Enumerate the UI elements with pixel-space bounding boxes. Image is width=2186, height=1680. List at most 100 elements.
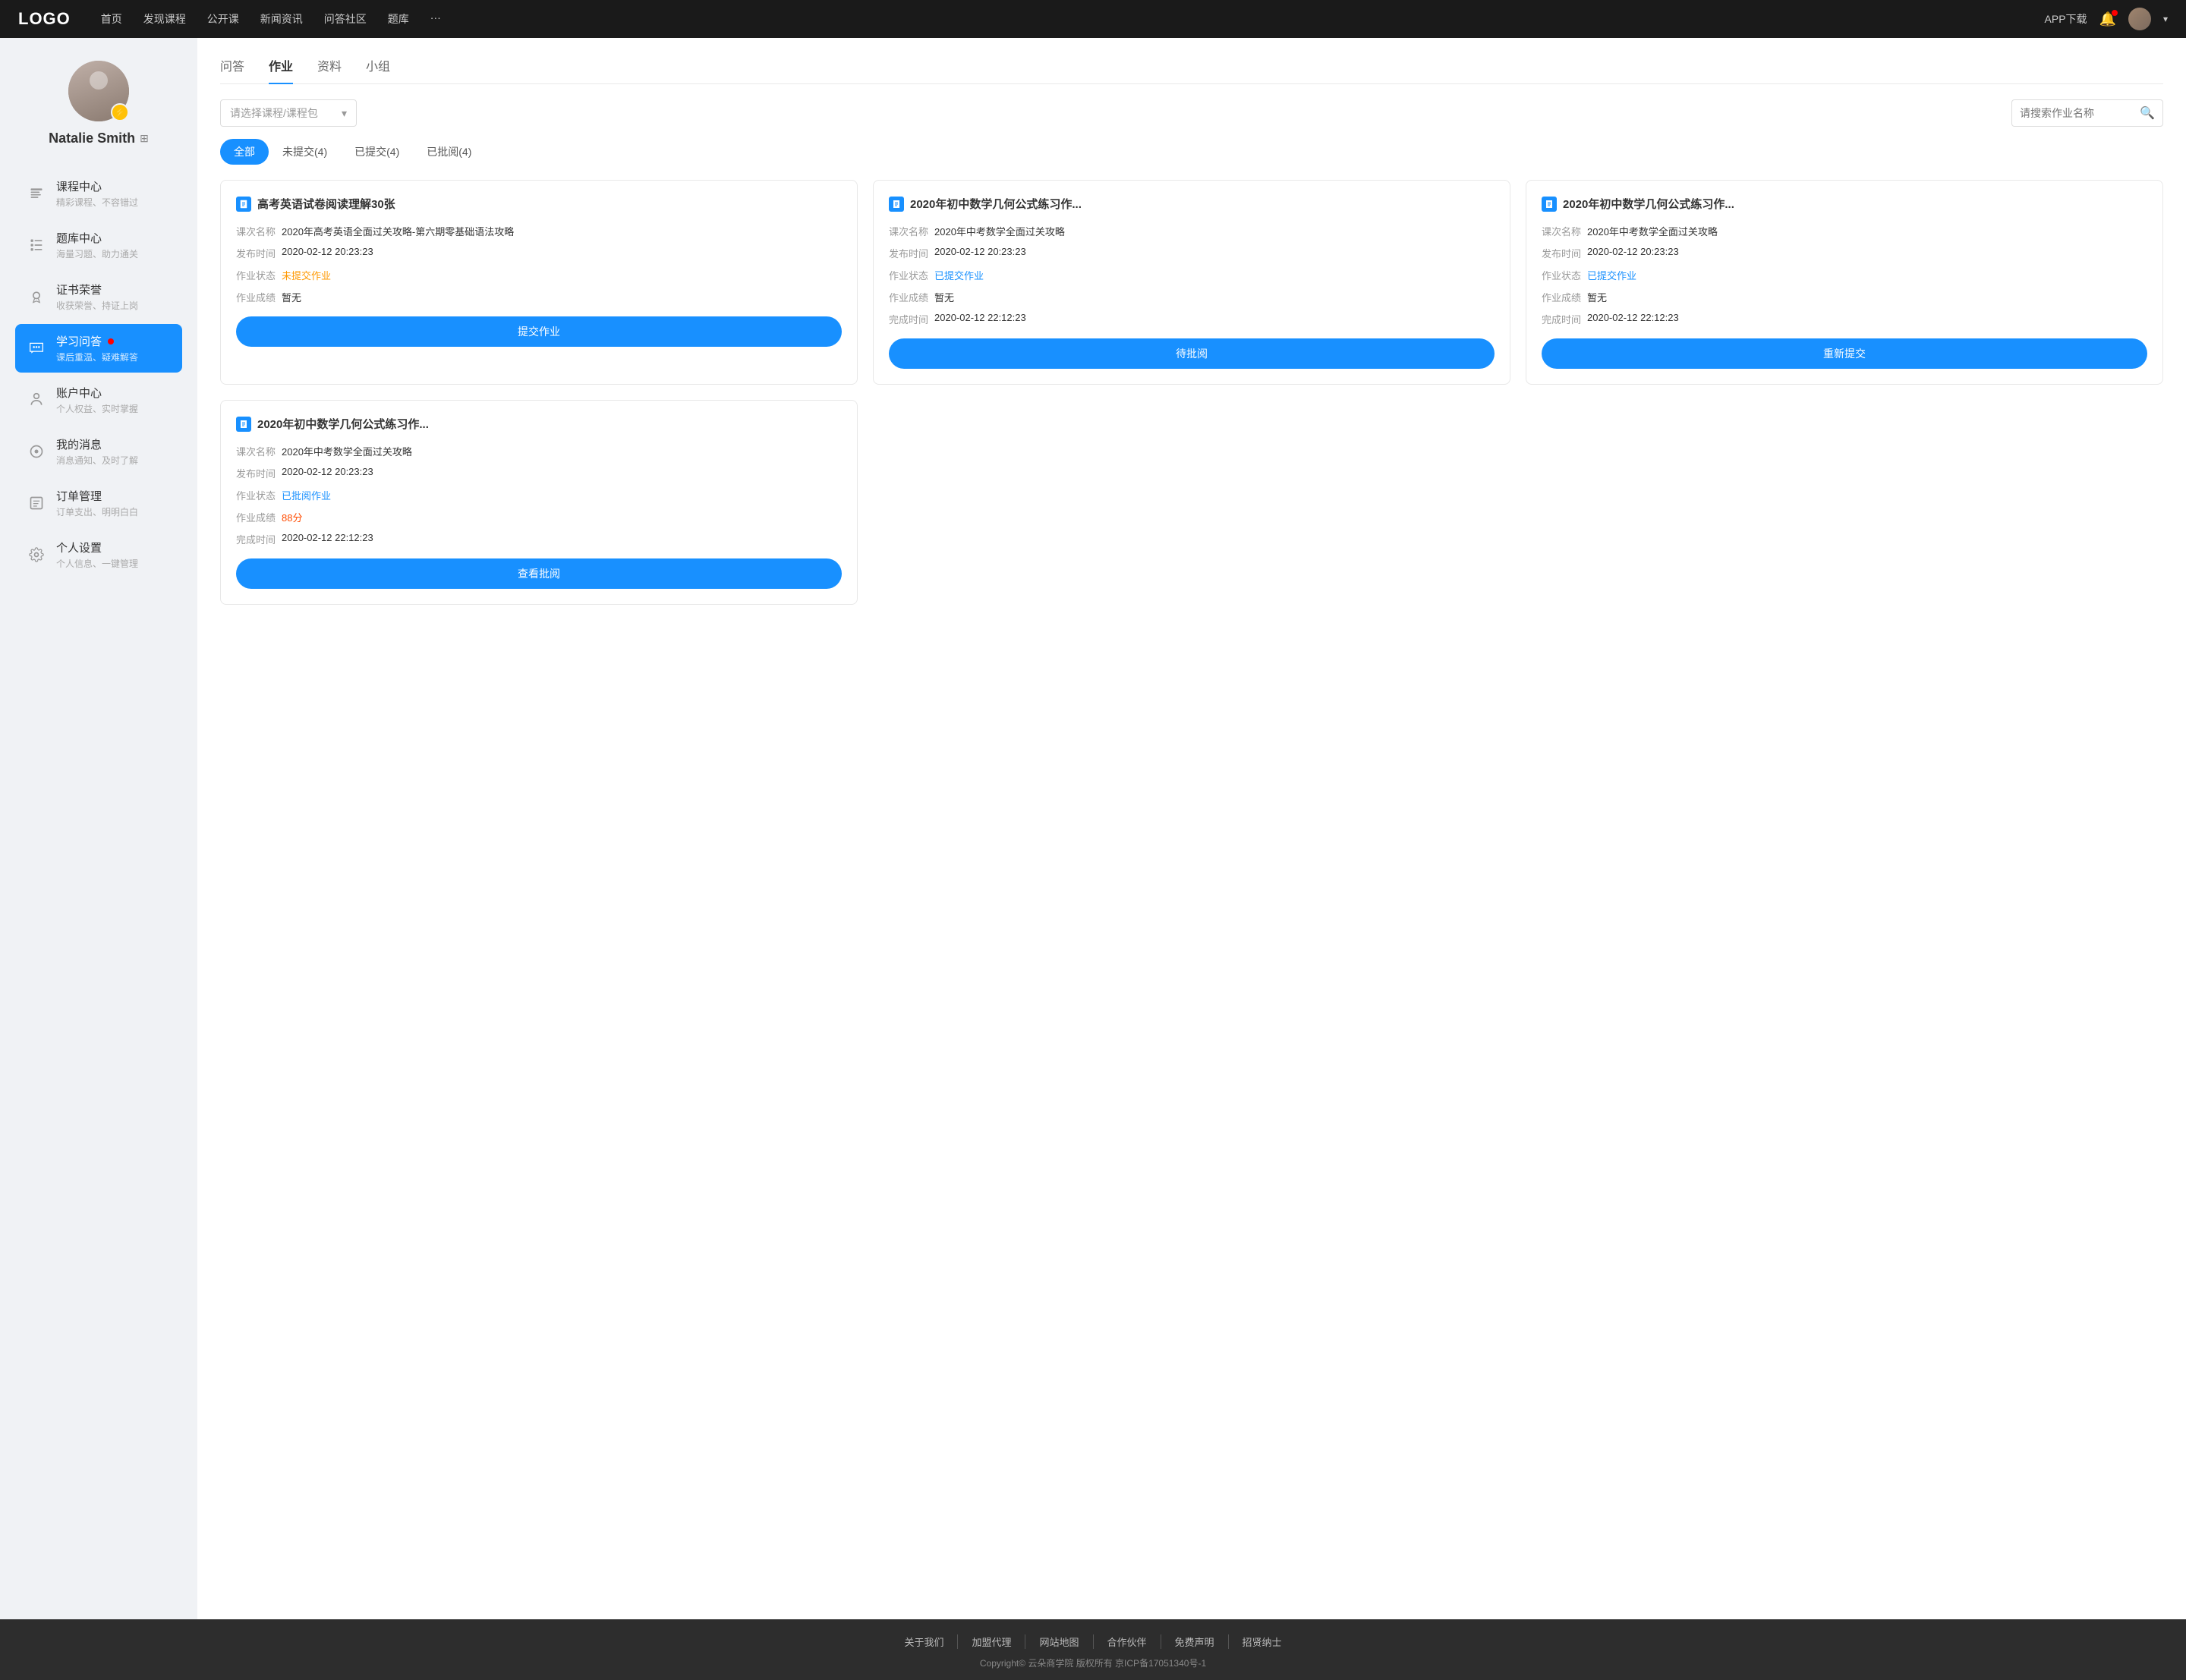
footer: 关于我们 加盟代理 网站地图 合作伙伴 免费声明 招贤纳士 Copyright©… [0, 1619, 2186, 1680]
course-icon [27, 184, 46, 203]
footer-franchise[interactable]: 加盟代理 [958, 1634, 1025, 1649]
question-bank-title: 题库中心 [56, 230, 138, 246]
order-icon [27, 494, 46, 512]
status-tab-unsubmitted[interactable]: 未提交(4) [269, 139, 341, 165]
search-input[interactable] [2020, 107, 2140, 119]
status-tab-all[interactable]: 全部 [220, 139, 269, 165]
assignment-field-complete-2: 完成时间 2020-02-12 22:12:23 [889, 312, 1495, 326]
filters-row: 请选择课程/课程包 ▾ 🔍 [220, 99, 2163, 127]
assignment-icon-3 [1542, 197, 1557, 212]
status-tab-reviewed[interactable]: 已批阅(4) [413, 139, 485, 165]
nav-home[interactable]: 首页 [101, 11, 122, 27]
badge-icon: ⚡ [115, 107, 126, 118]
assignment-field-complete-3: 完成时间 2020-02-12 22:12:23 [1542, 312, 2147, 326]
footer-careers[interactable]: 招贤纳士 [1229, 1634, 1296, 1649]
sidebar-item-qa[interactable]: 学习问答 课后重温、疑难解答 [15, 324, 182, 373]
footer-sitemap[interactable]: 网站地图 [1025, 1634, 1093, 1649]
filter-left: 请选择课程/课程包 ▾ [220, 99, 357, 127]
notification-dot [2112, 10, 2118, 16]
avatar[interactable] [2128, 8, 2151, 30]
tab-qa[interactable]: 问答 [220, 56, 244, 83]
message-sub: 消息通知、及时了解 [56, 454, 138, 467]
assignment-field-time-2: 发布时间 2020-02-12 20:23:23 [889, 246, 1495, 260]
course-select[interactable]: 请选择课程/课程包 ▾ [220, 99, 357, 127]
assignment-title-3: 2020年初中数学几何公式练习作... [1542, 196, 2147, 212]
settings-sub: 个人信息、一键管理 [56, 557, 138, 570]
nav-more[interactable]: ··· [430, 11, 441, 27]
sidebar-menu: 课程中心 精彩课程、不容错过 题库中心 海量习题、助力通关 证书荣誉 [15, 169, 182, 579]
certificate-icon [27, 288, 46, 306]
question-bank-text: 题库中心 海量习题、助力通关 [56, 230, 138, 260]
sidebar-item-settings[interactable]: 个人设置 个人信息、一键管理 [15, 530, 182, 579]
tab-assignment[interactable]: 作业 [269, 56, 293, 83]
view-review-btn-4[interactable]: 查看批阅 [236, 558, 842, 589]
assignment-title-4: 2020年初中数学几何公式练习作... [236, 416, 842, 432]
footer-disclaimer[interactable]: 免费声明 [1161, 1634, 1229, 1649]
qa-text: 学习问答 课后重温、疑难解答 [56, 333, 138, 363]
nav-open-course[interactable]: 公开课 [207, 11, 239, 27]
qr-icon[interactable]: ⊞ [140, 132, 149, 145]
footer-copyright: Copyright© 云朵商学院 版权所有 京ICP备17051340号-1 [0, 1656, 2186, 1669]
assignment-field-score-4: 作业成绩 88分 [236, 510, 842, 524]
qa-icon [27, 339, 46, 357]
notification-bell[interactable]: 🔔 [2099, 11, 2116, 27]
assignment-icon-2 [889, 197, 904, 212]
assignment-card-2: 2020年初中数学几何公式练习作... 课次名称 2020年中考数学全面过关攻略… [873, 180, 1510, 385]
nav-question-bank[interactable]: 题库 [388, 11, 409, 27]
footer-links: 关于我们 加盟代理 网站地图 合作伙伴 免费声明 招贤纳士 [0, 1634, 2186, 1649]
assignment-field-time-4: 发布时间 2020-02-12 20:23:23 [236, 466, 842, 480]
user-badge: ⚡ [111, 103, 129, 121]
settings-text: 个人设置 个人信息、一键管理 [56, 540, 138, 570]
sidebar: ⚡ Natalie Smith ⊞ 课程中心 精彩课程、不容错过 [0, 38, 197, 1619]
assignment-field-time-3: 发布时间 2020-02-12 20:23:23 [1542, 246, 2147, 260]
account-icon [27, 391, 46, 409]
tab-material[interactable]: 资料 [317, 56, 342, 83]
search-box: 🔍 [2011, 99, 2163, 127]
submit-btn-1[interactable]: 提交作业 [236, 316, 842, 347]
settings-title: 个人设置 [56, 540, 138, 555]
nav-news[interactable]: 新闻资讯 [260, 11, 303, 27]
assignment-field-complete-4: 完成时间 2020-02-12 22:12:23 [236, 532, 842, 546]
sidebar-item-message[interactable]: 我的消息 消息通知、及时了解 [15, 427, 182, 476]
sidebar-item-question-bank[interactable]: 题库中心 海量习题、助力通关 [15, 221, 182, 269]
sidebar-item-account[interactable]: 账户中心 个人权益、实时掌握 [15, 376, 182, 424]
resubmit-btn-3[interactable]: 重新提交 [1542, 338, 2147, 369]
account-sub: 个人权益、实时掌握 [56, 402, 138, 415]
assignment-card-3: 2020年初中数学几何公式练习作... 课次名称 2020年中考数学全面过关攻略… [1526, 180, 2163, 385]
message-text: 我的消息 消息通知、及时了解 [56, 436, 138, 467]
navbar-right: APP下载 🔔 ▾ [2045, 8, 2168, 30]
user-menu-chevron[interactable]: ▾ [2163, 14, 2168, 24]
status-tab-submitted[interactable]: 已提交(4) [341, 139, 413, 165]
assignment-title-1: 高考英语试卷阅读理解30张 [236, 196, 842, 212]
sidebar-item-course[interactable]: 课程中心 精彩课程、不容错过 [15, 169, 182, 218]
pending-review-btn-2[interactable]: 待批阅 [889, 338, 1495, 369]
assignment-field-score-1: 作业成绩 暂无 [236, 290, 842, 304]
user-name: Natalie Smith [49, 131, 135, 146]
sidebar-item-order[interactable]: 订单管理 订单支出、明明白白 [15, 479, 182, 527]
account-text: 账户中心 个人权益、实时掌握 [56, 385, 138, 415]
assignment-field-course-1: 课次名称 2020年高考英语全面过关攻略-第六期零基础语法攻略 [236, 224, 842, 238]
nav-courses[interactable]: 发现课程 [143, 11, 186, 27]
assignment-field-course-3: 课次名称 2020年中考数学全面过关攻略 [1542, 224, 2147, 238]
qa-title: 学习问答 [56, 333, 102, 349]
footer-about[interactable]: 关于我们 [890, 1634, 958, 1649]
certificate-text: 证书荣誉 收获荣誉、持证上岗 [56, 282, 138, 312]
assignment-icon-4 [236, 417, 251, 432]
sidebar-item-certificate[interactable]: 证书荣誉 收获荣誉、持证上岗 [15, 272, 182, 321]
question-bank-sub: 海量习题、助力通关 [56, 247, 138, 260]
status-tabs: 全部 未提交(4) 已提交(4) 已批阅(4) [220, 139, 2163, 165]
qa-notification-dot [108, 338, 114, 344]
course-title: 课程中心 [56, 178, 138, 194]
order-title: 订单管理 [56, 488, 138, 504]
footer-partners[interactable]: 合作伙伴 [1094, 1634, 1161, 1649]
course-select-placeholder: 请选择课程/课程包 [230, 105, 318, 121]
app-download-link[interactable]: APP下载 [2045, 11, 2087, 27]
nav-qa[interactable]: 问答社区 [324, 11, 367, 27]
tab-group[interactable]: 小组 [366, 56, 390, 83]
assignment-field-status-1: 作业状态 未提交作业 [236, 268, 842, 282]
course-sub: 精彩课程、不容错过 [56, 196, 138, 209]
assignment-field-score-2: 作业成绩 暂无 [889, 290, 1495, 304]
assignment-card-1: 高考英语试卷阅读理解30张 课次名称 2020年高考英语全面过关攻略-第六期零基… [220, 180, 858, 385]
sidebar-profile: ⚡ Natalie Smith ⊞ [15, 61, 182, 146]
assignment-field-status-2: 作业状态 已提交作业 [889, 268, 1495, 282]
